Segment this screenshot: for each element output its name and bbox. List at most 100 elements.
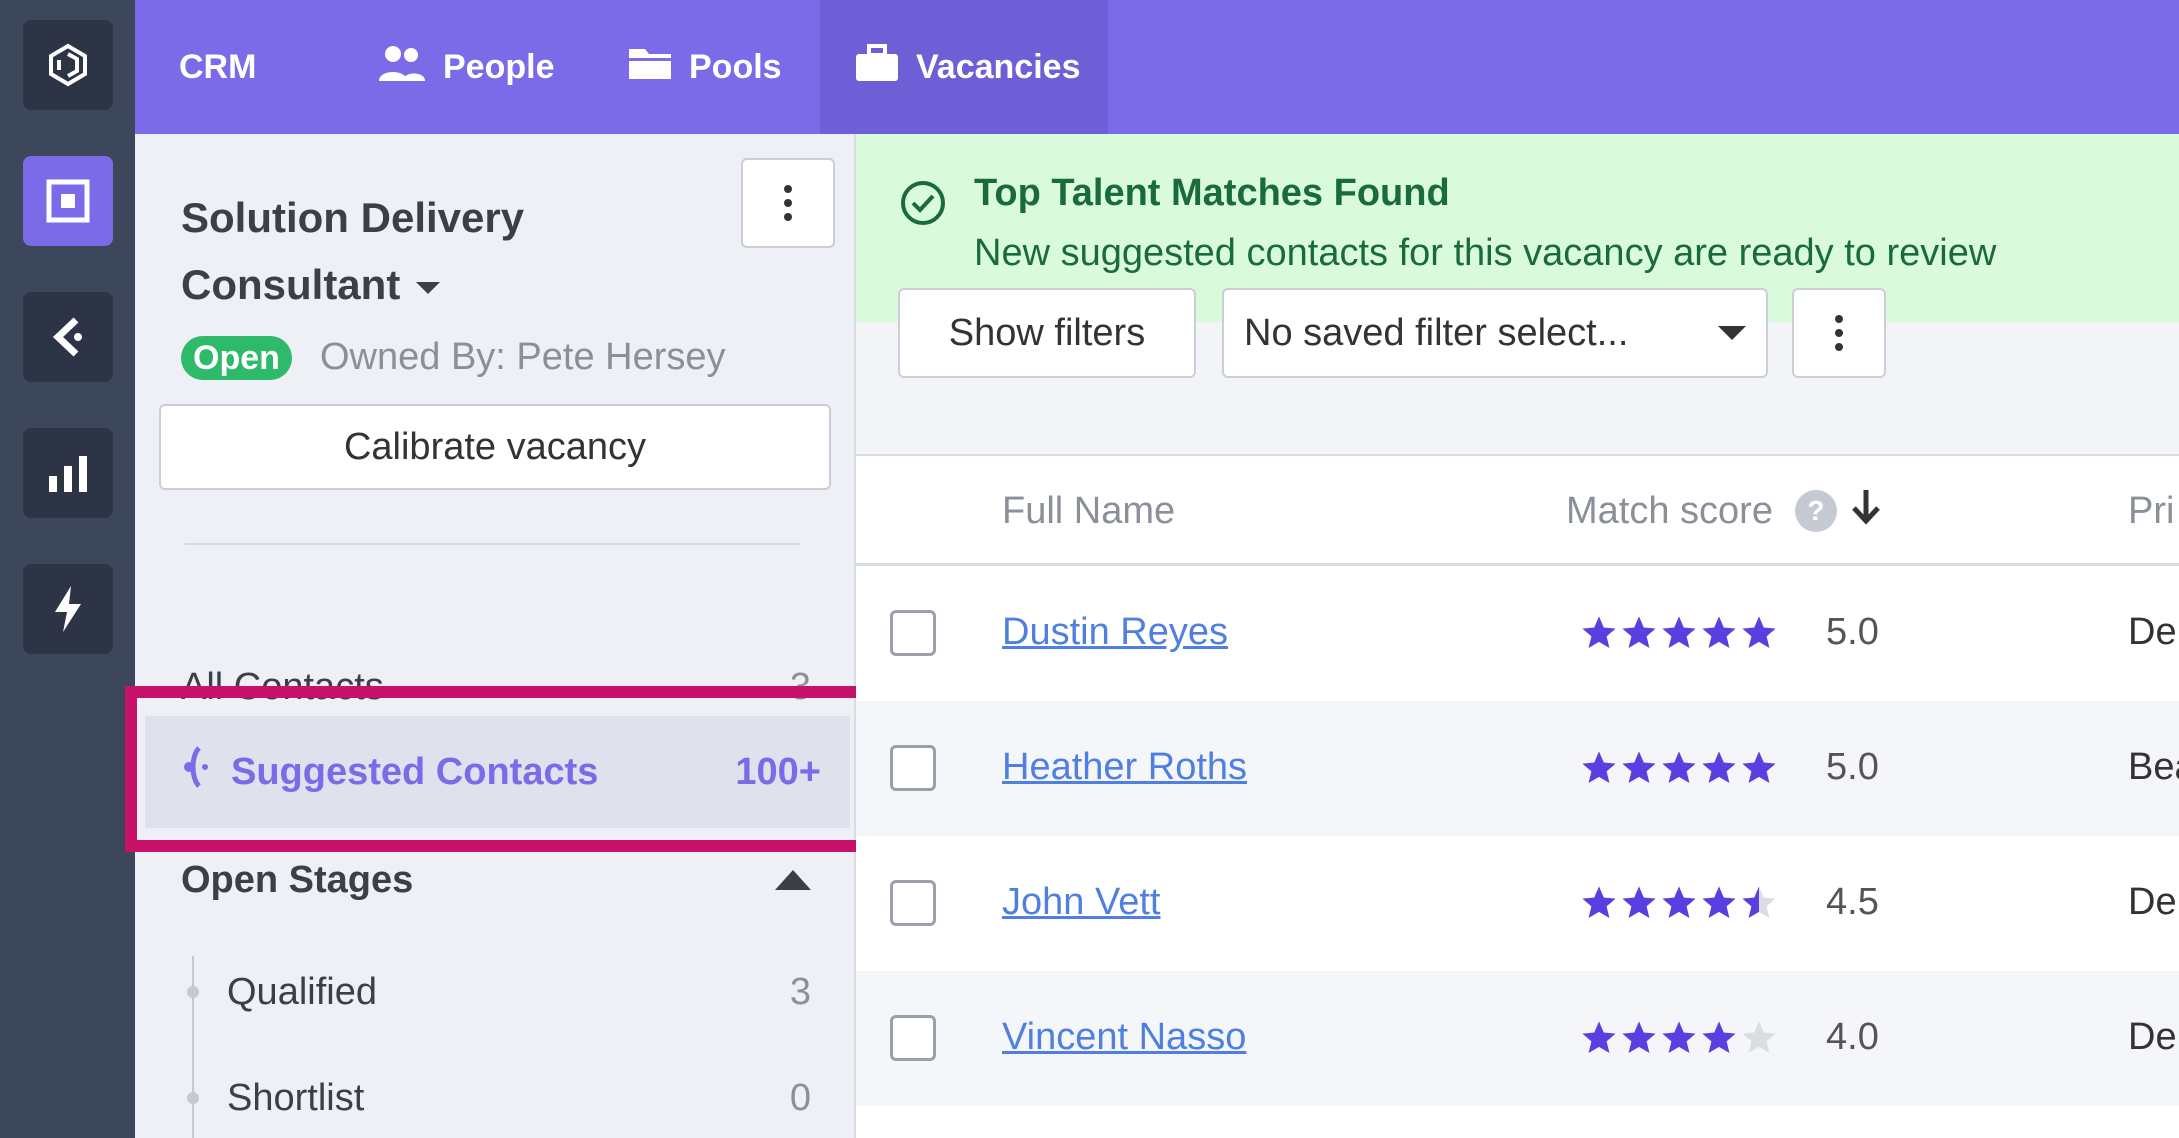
star-icon	[1742, 1021, 1776, 1054]
sort-arrow-down-icon[interactable]	[1849, 487, 1883, 535]
star-icon	[1742, 751, 1776, 784]
star-icon	[1622, 886, 1656, 919]
back-arrow-icon[interactable]	[23, 292, 113, 382]
chevron-down-icon	[416, 281, 441, 294]
nav-vacancies-label: Vacancies	[916, 47, 1081, 86]
match-score-value: 4.0	[1826, 1016, 1879, 1058]
open-stages-header[interactable]: Open Stages	[181, 850, 811, 910]
open-stages-title: Open Stages	[181, 858, 414, 901]
nav-vacancies[interactable]: Vacancies	[820, 0, 1108, 134]
star-icon	[1582, 886, 1616, 919]
star-rating	[1580, 884, 1778, 922]
stage-timeline	[192, 956, 194, 1138]
star-rating	[1580, 749, 1778, 787]
column-match-score[interactable]: Match score ?	[1566, 456, 1883, 566]
star-rating	[1580, 1019, 1778, 1057]
vacancy-menu-button[interactable]	[741, 158, 835, 248]
status-badge: Open	[181, 336, 292, 380]
vacancy-title-line1: Solution Delivery	[181, 194, 525, 241]
help-icon[interactable]: ?	[1794, 490, 1837, 532]
chevron-up-icon	[775, 870, 811, 890]
nav-pools-label: Pools	[689, 47, 782, 86]
briefcase-icon	[854, 43, 916, 92]
star-icon	[1742, 616, 1776, 649]
vacancy-sidebar: Solution Delivery Consultant Open Owned …	[135, 134, 856, 1138]
star-rating	[1580, 614, 1778, 652]
nav-people[interactable]: People	[377, 0, 554, 134]
star-icon	[1702, 1021, 1736, 1054]
star-icon	[1702, 751, 1736, 784]
bar-chart-icon[interactable]	[23, 428, 113, 518]
star-icon	[1622, 1021, 1656, 1054]
star-icon	[1622, 751, 1656, 784]
star-icon	[1582, 616, 1616, 649]
vacancy-title-line2: Consultant	[181, 261, 401, 308]
calibrate-vacancy-button[interactable]: Calibrate vacancy	[159, 404, 831, 490]
show-filters-button[interactable]: Show filters	[898, 288, 1196, 378]
contact-name-link[interactable]: Heather Roths	[1002, 746, 1247, 789]
contact-name-link[interactable]: Vincent Nasso	[1002, 1016, 1246, 1059]
nav-people-label: People	[443, 47, 555, 86]
saved-filter-select[interactable]: No saved filter select...	[1222, 288, 1768, 378]
more-vertical-icon	[784, 185, 792, 221]
table-header: Full Name Match score ? Pri	[856, 456, 2179, 566]
logo-icon[interactable]	[23, 20, 113, 110]
nav-crm[interactable]: CRM	[179, 0, 256, 134]
nav-pools[interactable]: Pools	[627, 0, 782, 134]
chevron-down-icon	[1718, 326, 1746, 340]
stage-item-shortlist[interactable]: Shortlist 0	[227, 1068, 811, 1128]
star-icon	[1702, 886, 1736, 919]
primary-cell: Dep	[2128, 1016, 2179, 1058]
check-circle-icon	[898, 178, 948, 233]
stage-count: 0	[789, 1076, 811, 1119]
vacancy-square-icon[interactable]	[23, 156, 113, 246]
table-row[interactable]: Vincent Nasso 4.0 Dep	[856, 971, 2179, 1106]
star-icon	[1742, 886, 1776, 919]
owner-text: Owned By: Pete Hersey	[320, 336, 726, 378]
star-icon	[1582, 751, 1616, 784]
primary-cell: Dep	[2128, 611, 2179, 653]
contact-name-link[interactable]: John Vett	[1002, 881, 1160, 924]
primary-cell: Dep	[2128, 881, 2179, 923]
highlight-box	[125, 686, 871, 852]
match-score-label: Match score	[1566, 489, 1773, 532]
top-navigation: CRM People Pools Vacancies	[135, 0, 2179, 134]
stage-item-qualified[interactable]: Qualified 3	[227, 962, 811, 1022]
table-row[interactable]: Heather Roths 5.0 Bea	[856, 701, 2179, 836]
table-row[interactable]: Dustin Reyes 5.0 Dep	[856, 566, 2179, 701]
stage-dot	[187, 1092, 199, 1104]
people-icon	[377, 43, 443, 92]
stage-count: 3	[789, 970, 811, 1013]
table-menu-button[interactable]	[1792, 288, 1886, 378]
column-primary[interactable]: Pri	[2128, 456, 2174, 566]
star-icon	[1662, 886, 1696, 919]
banner-title: Top Talent Matches Found	[974, 172, 1450, 214]
divider	[185, 543, 801, 545]
match-score-value: 4.5	[1826, 881, 1879, 923]
vacancy-title[interactable]: Solution Delivery Consultant	[181, 184, 741, 318]
star-icon	[1662, 1021, 1696, 1054]
table-row[interactable]: John Vett 4.5 Dep	[856, 836, 2179, 971]
stage-dot	[187, 986, 199, 998]
match-score-value: 5.0	[1826, 611, 1879, 653]
row-checkbox[interactable]	[890, 1015, 936, 1061]
stage-label: Shortlist	[227, 1076, 365, 1119]
star-icon	[1582, 1021, 1616, 1054]
more-vertical-icon	[1835, 315, 1843, 351]
row-checkbox[interactable]	[890, 745, 936, 791]
banner-subtitle: New suggested contacts for this vacancy …	[974, 232, 1997, 274]
lightning-icon[interactable]	[23, 564, 113, 654]
stage-label: Qualified	[227, 970, 377, 1013]
star-icon	[1662, 751, 1696, 784]
match-score-value: 5.0	[1826, 746, 1879, 788]
row-checkbox[interactable]	[890, 880, 936, 926]
star-icon	[1662, 616, 1696, 649]
column-full-name[interactable]: Full Name	[1002, 456, 1175, 566]
star-icon	[1622, 616, 1656, 649]
nav-crm-label: CRM	[179, 47, 257, 86]
star-icon	[1702, 616, 1736, 649]
row-checkbox[interactable]	[890, 610, 936, 656]
primary-cell: Bea	[2128, 746, 2179, 788]
folder-icon	[627, 43, 689, 92]
contact-name-link[interactable]: Dustin Reyes	[1002, 611, 1228, 654]
